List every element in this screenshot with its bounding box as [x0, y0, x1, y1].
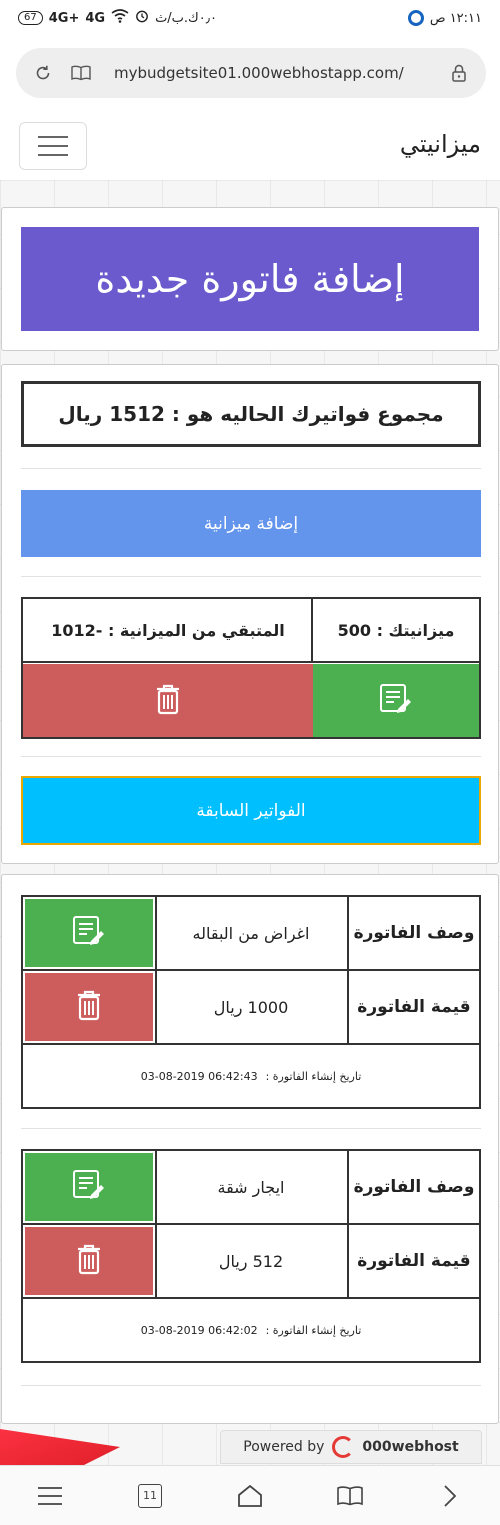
invoice-amount-label: قيمة الفاتورة: [347, 971, 479, 1043]
address-bar[interactable]: mybudgetsite01.000webhostapp.com/: [16, 48, 486, 98]
invoice-desc-row: وصف الفاتورة اغراض من البقاله: [23, 897, 479, 971]
reader-mode-icon[interactable]: [70, 62, 92, 84]
invoice-amount-value: 512 ريال: [155, 1225, 345, 1297]
invoice-desc-label: وصف الفاتورة: [347, 1151, 479, 1223]
invoice-date-label: تاريخ إنشاء الفاتورة :: [265, 1323, 362, 1337]
invoice-amount-value: 1000 ريال: [155, 971, 345, 1043]
url-text[interactable]: mybudgetsite01.000webhostapp.com/: [114, 64, 448, 82]
trash-icon: [76, 989, 102, 1025]
invoice-date-value: 03-08-2019 06:42:43: [140, 1069, 258, 1083]
invoice-amount-row: قيمة الفاتورة 1000 ريال: [23, 971, 479, 1045]
000webhost-logo-icon: [332, 1436, 355, 1458]
hamburger-line: [38, 154, 68, 156]
add-invoice-button[interactable]: إضافة فاتورة جديدة: [21, 227, 479, 331]
edit-note-icon: [72, 915, 106, 951]
divider: [21, 1385, 481, 1386]
bookmarks-icon[interactable]: [330, 1476, 370, 1516]
reload-icon[interactable]: [32, 62, 54, 84]
edit-invoice-button[interactable]: [25, 899, 153, 967]
alarm-icon: [135, 9, 149, 27]
browser-bottom-nav: 11: [0, 1465, 500, 1525]
invoice-desc-value: اغراض من البقاله: [155, 897, 345, 969]
menu-icon[interactable]: [30, 1476, 70, 1516]
invoice-amount-label: قيمة الفاتورة: [347, 1225, 479, 1297]
budget-summary-card: مجموع فواتيرك الحاليه هو : 1512 ريال إضا…: [1, 364, 499, 864]
network-speed: ٠٫٠ك.ب/ث: [155, 10, 217, 26]
divider: [21, 468, 481, 469]
site-brand[interactable]: ميزانيتي: [400, 130, 481, 158]
add-budget-button[interactable]: إضافة ميزانية: [21, 490, 481, 557]
edit-note-icon: [379, 683, 413, 719]
powered-by-badge[interactable]: Powered by 000webhost: [220, 1430, 482, 1464]
hamburger-line: [38, 136, 68, 138]
wifi-icon: [111, 9, 129, 27]
invoice-date-label: تاريخ إنشاء الفاتورة :: [265, 1069, 362, 1083]
trash-icon: [155, 683, 181, 719]
divider: [21, 576, 481, 577]
powered-by-text: Powered by: [243, 1439, 325, 1455]
delete-invoice-button[interactable]: [25, 973, 153, 1041]
invoice-date-value: 03-08-2019 06:42:02: [140, 1323, 258, 1337]
hamburger-line: [38, 145, 68, 147]
budget-table: ميزانيتك : 500 المتبقي من الميزانية : -1…: [21, 597, 481, 739]
trash-icon: [76, 1243, 102, 1279]
invoice-date: تاريخ إنشاء الفاتورة : 03-08-2019 06:42:…: [23, 1045, 479, 1107]
host-name: 000webhost: [362, 1439, 459, 1455]
invoice-desc-row: وصف الفاتورة ايجار شقة: [23, 1151, 479, 1225]
invoice-item: وصف الفاتورة ايجار شقة قيمة الفاتورة 512…: [21, 1149, 481, 1363]
invoice-date: تاريخ إنشاء الفاتورة : 03-08-2019 06:42:…: [23, 1299, 479, 1361]
home-icon[interactable]: [230, 1476, 270, 1516]
browser-app-icon: [407, 10, 424, 26]
delete-budget-button[interactable]: [23, 663, 313, 737]
remaining-budget: المتبقي من الميزانية : -1012: [23, 599, 313, 663]
invoices-card: وصف الفاتورة اغراض من البقاله قيمة الفات…: [1, 874, 499, 1424]
invoices-total: مجموع فواتيرك الحاليه هو : 1512 ريال: [21, 381, 481, 447]
invoice-desc-value: ايجار شقة: [155, 1151, 345, 1223]
browser-toolbar: mybudgetsite01.000webhostapp.com/: [0, 36, 500, 114]
invoice-amount-row: قيمة الفاتورة 512 ريال: [23, 1225, 479, 1299]
edit-budget-button[interactable]: [311, 663, 479, 737]
invoice-item: وصف الفاتورة اغراض من البقاله قيمة الفات…: [21, 895, 481, 1109]
edit-invoice-button[interactable]: [25, 1153, 153, 1221]
divider: [21, 1128, 481, 1129]
lock-icon[interactable]: [448, 62, 470, 84]
tab-count: 11: [138, 1483, 162, 1508]
invoice-desc-label: وصف الفاتورة: [347, 897, 479, 969]
signal-indicator-2: 4G: [85, 10, 106, 26]
status-right: ١٢:١١ ص: [407, 10, 482, 26]
add-invoice-card: إضافة فاتورة جديدة: [1, 207, 499, 351]
divider: [21, 756, 481, 757]
previous-invoices-button[interactable]: الفواتير السابقة: [21, 776, 481, 845]
status-bar: 67 4G+ 4G ٠٫٠ك.ب/ث ١٢:١١ ص: [0, 0, 500, 36]
tabs-button[interactable]: 11: [130, 1476, 170, 1516]
delete-invoice-button[interactable]: [25, 1227, 153, 1295]
hamburger-menu-button[interactable]: [19, 122, 87, 170]
forward-icon[interactable]: [430, 1476, 470, 1516]
budget-amount: ميزانيتك : 500: [311, 599, 479, 663]
signal-indicator-1: 4G+: [48, 10, 80, 26]
status-left: 67 4G+ 4G ٠٫٠ك.ب/ث: [18, 9, 217, 27]
edit-note-icon: [72, 1169, 106, 1205]
battery-indicator: 67: [18, 11, 43, 25]
clock: ١٢:١١ ص: [429, 10, 482, 26]
site-navbar: ميزانيتي: [0, 114, 500, 180]
